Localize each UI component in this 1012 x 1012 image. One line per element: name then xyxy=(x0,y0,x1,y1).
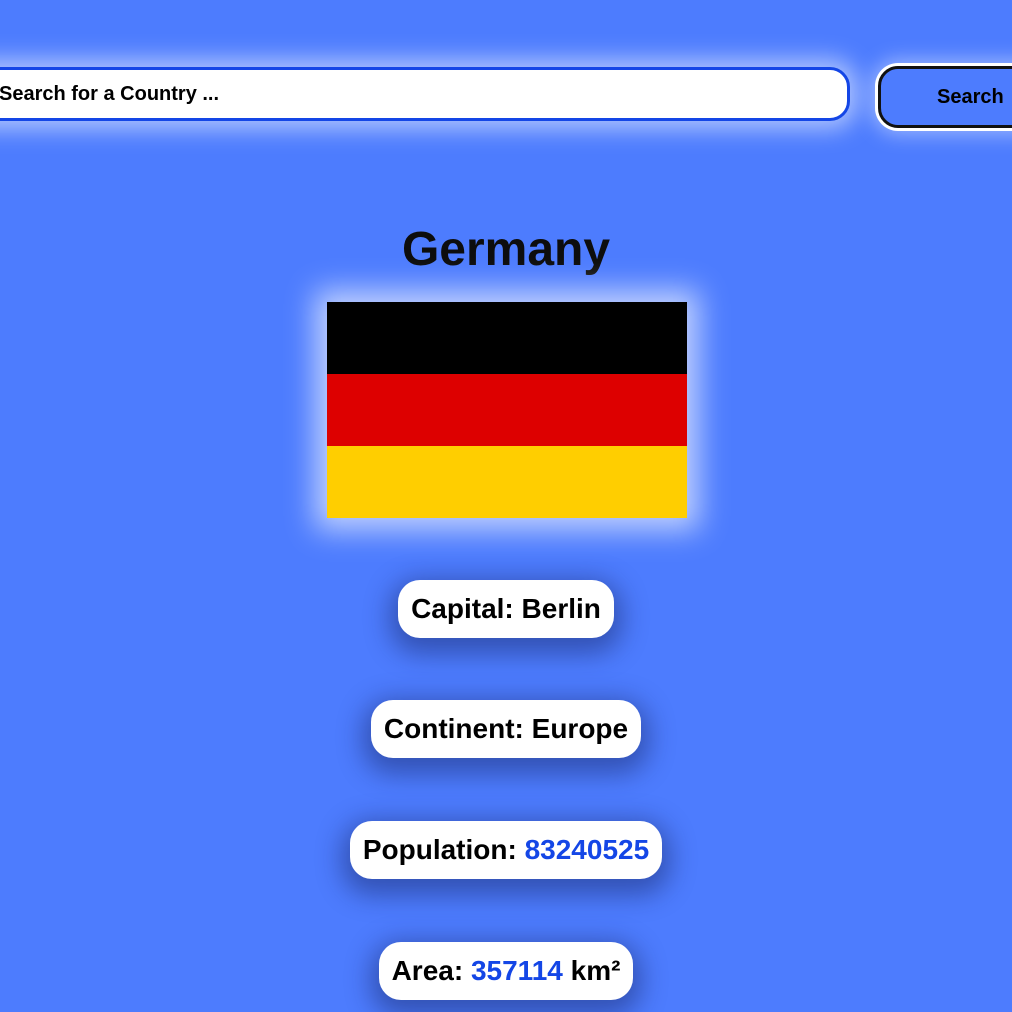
search-input[interactable] xyxy=(0,67,850,121)
capital-label: Capital: xyxy=(411,593,514,624)
page: Search Germany Capital: Berlin Continent… xyxy=(0,0,1012,1012)
population-value: 83240525 xyxy=(524,834,650,865)
population-badge: Population: 83240525 xyxy=(349,821,663,879)
population-row: Population: 83240525 xyxy=(0,821,1012,879)
flag-stripe-top xyxy=(327,302,687,374)
area-unit: km² xyxy=(570,955,621,986)
capital-row: Capital: Berlin xyxy=(0,580,1012,638)
continent-value: Europe xyxy=(531,713,629,744)
search-button[interactable]: Search xyxy=(878,66,1012,128)
continent-row: Continent: Europe xyxy=(0,700,1012,758)
country-name: Germany xyxy=(401,223,611,276)
continent-badge: Continent: Europe xyxy=(370,700,642,758)
country-flag xyxy=(327,302,687,518)
flag-stripe-bottom xyxy=(327,446,687,518)
population-label: Population: xyxy=(362,834,517,865)
area-label: Area: xyxy=(391,955,464,986)
capital-value: Berlin xyxy=(521,593,601,624)
area-value: 357114 xyxy=(470,955,563,986)
capital-badge: Capital: Berlin xyxy=(398,580,614,638)
flag-stripe-middle xyxy=(327,374,687,446)
continent-label: Continent: xyxy=(383,713,524,744)
area-row: Area: 357114 km² xyxy=(0,942,1012,1000)
area-badge: Area: 357114 km² xyxy=(378,942,634,1000)
